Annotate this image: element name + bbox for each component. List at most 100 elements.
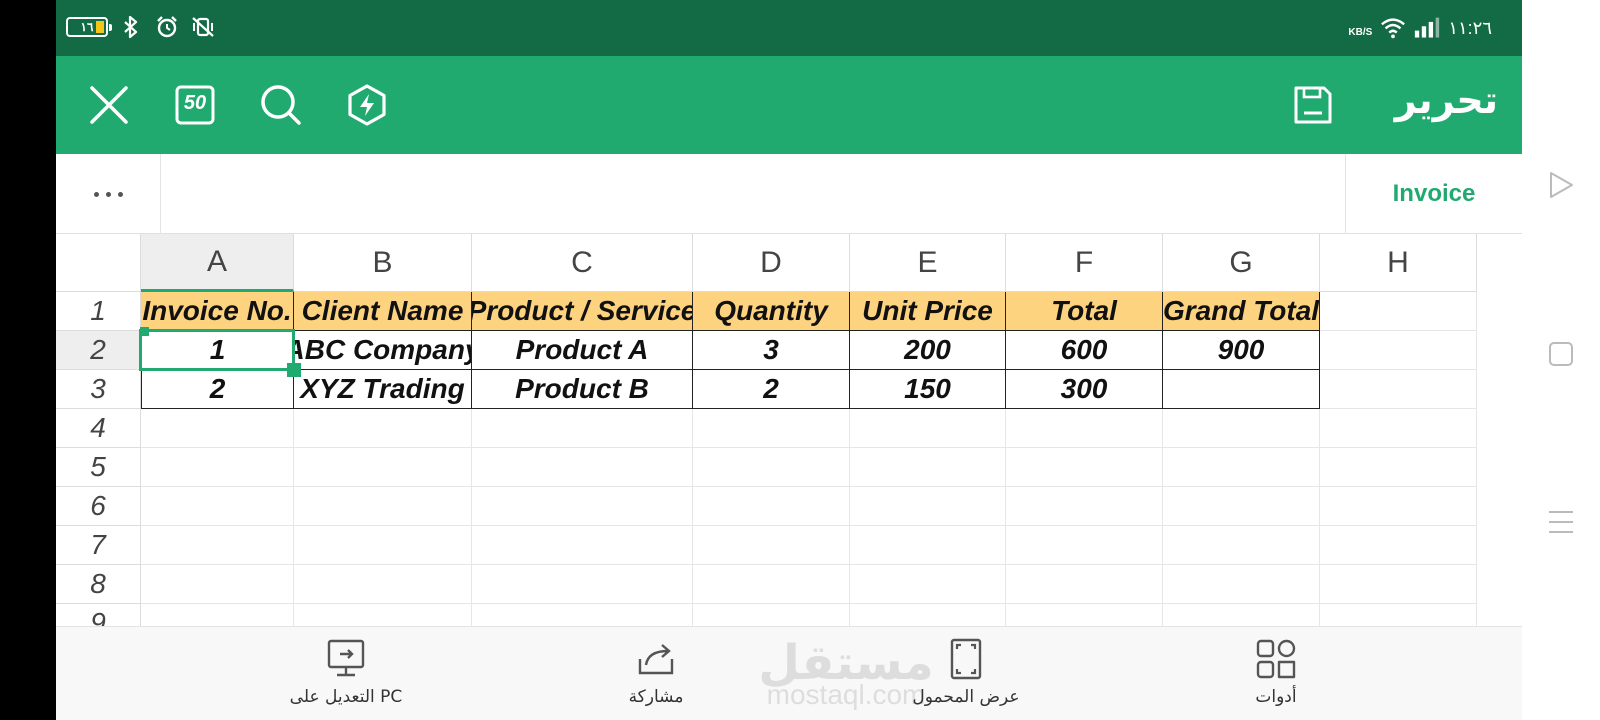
empty-cell[interactable] [693,448,850,487]
row-header-6[interactable]: 6 [56,487,141,526]
table-cell[interactable]: 2 [693,370,850,409]
empty-cell[interactable] [294,448,472,487]
table-cell[interactable]: 200 [850,331,1006,370]
sheet-name[interactable]: Invoice [1345,154,1522,234]
empty-cell[interactable] [472,604,693,626]
empty-cell[interactable] [1320,448,1477,487]
back-triangle-icon[interactable] [1544,168,1578,202]
empty-cell[interactable] [693,526,850,565]
empty-cell[interactable] [850,409,1006,448]
empty-cell[interactable] [850,565,1006,604]
empty-cell[interactable] [1320,604,1477,626]
column-header-d[interactable]: D [693,234,850,292]
empty-cell[interactable] [141,487,294,526]
empty-cell[interactable] [472,487,693,526]
row-header-8[interactable]: 8 [56,565,141,604]
empty-cell[interactable] [693,409,850,448]
corner-cell[interactable] [56,234,141,292]
table-header-cell[interactable]: Product / Service [472,292,693,331]
empty-cell[interactable] [1320,292,1477,331]
column-header-f[interactable]: F [1006,234,1163,292]
empty-cell[interactable] [294,604,472,626]
table-cell[interactable]: 600 [1006,331,1163,370]
column-header-b[interactable]: B [294,234,472,292]
edit-mode-title[interactable]: تحرير [1395,78,1498,122]
table-header-cell[interactable]: Total [1006,292,1163,331]
empty-cell[interactable] [1163,604,1320,626]
table-cell[interactable]: 2 [141,370,294,409]
empty-cell[interactable] [472,526,693,565]
empty-cell[interactable] [1163,565,1320,604]
table-header-cell[interactable]: Grand Total [1163,292,1320,331]
row-header-1[interactable]: 1 [56,292,141,331]
empty-cell[interactable] [1163,487,1320,526]
empty-cell[interactable] [141,409,294,448]
empty-cell[interactable] [1320,487,1477,526]
save-icon[interactable] [1290,82,1336,128]
share-button[interactable]: مشاركة [556,637,756,717]
table-cell[interactable] [1163,370,1320,409]
table-cell[interactable]: 3 [693,331,850,370]
table-cell[interactable]: ABC Company [294,331,472,370]
column-header-a[interactable]: A [141,234,294,292]
row-header-2[interactable]: 2 [56,331,141,370]
home-square-icon[interactable] [1544,337,1578,371]
empty-cell[interactable] [1320,565,1477,604]
empty-cell[interactable] [472,565,693,604]
mobile-view-button[interactable]: عرض المحمول [866,637,1066,717]
empty-cell[interactable] [1163,448,1320,487]
selection-handle-end[interactable] [287,363,301,377]
empty-cell[interactable] [294,526,472,565]
empty-cell[interactable] [141,565,294,604]
empty-cell[interactable] [850,448,1006,487]
formula-input[interactable] [161,154,1404,234]
table-header-cell[interactable]: Unit Price [850,292,1006,331]
empty-cell[interactable] [693,487,850,526]
empty-cell[interactable] [472,448,693,487]
empty-cell[interactable] [1006,604,1163,626]
empty-cell[interactable] [1006,487,1163,526]
recents-menu-icon[interactable] [1544,505,1578,539]
table-header-cell[interactable]: Invoice No. [141,292,294,331]
table-cell[interactable]: 300 [1006,370,1163,409]
row-header-9[interactable]: 9 [56,604,141,626]
close-icon[interactable] [86,82,132,128]
empty-cell[interactable] [1006,565,1163,604]
empty-cell[interactable] [693,565,850,604]
empty-cell[interactable] [294,409,472,448]
empty-cell[interactable] [850,526,1006,565]
empty-cell[interactable] [693,604,850,626]
empty-cell[interactable] [850,487,1006,526]
row-header-3[interactable]: 3 [56,370,141,409]
selection-handle-start[interactable] [140,327,149,336]
empty-cell[interactable] [850,604,1006,626]
row-header-4[interactable]: 4 [56,409,141,448]
empty-cell[interactable] [1006,409,1163,448]
table-cell[interactable]: 900 [1163,331,1320,370]
empty-cell[interactable] [294,487,472,526]
empty-cell[interactable] [1006,526,1163,565]
table-header-cell[interactable]: Client Name [294,292,472,331]
empty-cell[interactable] [1320,526,1477,565]
more-options-icon[interactable] [56,154,161,234]
row-header-7[interactable]: 7 [56,526,141,565]
row-header-5[interactable]: 5 [56,448,141,487]
table-cell[interactable]: 1 [141,331,294,370]
empty-cell[interactable] [472,409,693,448]
search-icon[interactable] [258,82,304,128]
empty-cell[interactable] [1320,409,1477,448]
font-size-icon[interactable]: 50 [172,82,218,128]
column-header-g[interactable]: G [1163,234,1320,292]
table-header-cell[interactable]: Quantity [693,292,850,331]
column-header-e[interactable]: E [850,234,1006,292]
column-header-c[interactable]: C [472,234,693,292]
empty-cell[interactable] [141,604,294,626]
empty-cell[interactable] [294,565,472,604]
edit-on-pc-button[interactable]: التعديل على PC [246,637,446,717]
empty-cell[interactable] [1163,409,1320,448]
quick-action-icon[interactable] [344,82,390,128]
empty-cell[interactable] [1006,448,1163,487]
table-cell[interactable]: XYZ Trading [294,370,472,409]
table-cell[interactable]: Product A [472,331,693,370]
column-header-h[interactable]: H [1320,234,1477,292]
